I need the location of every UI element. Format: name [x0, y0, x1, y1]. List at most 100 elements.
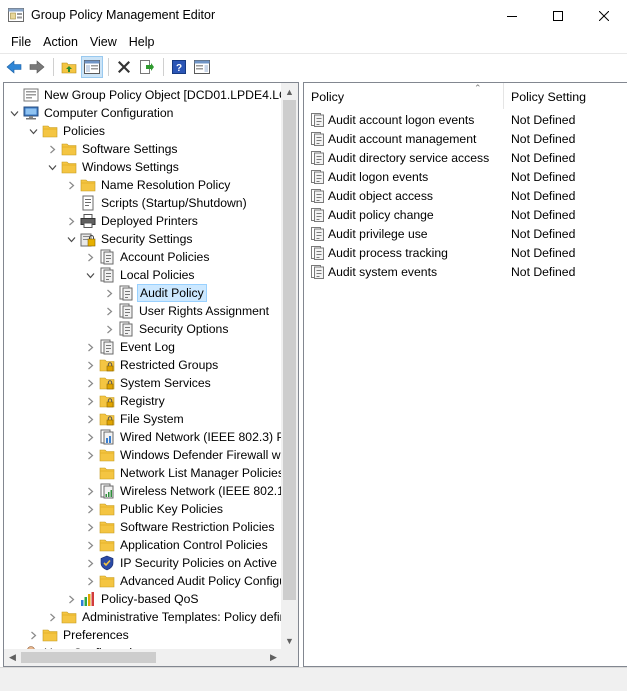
show-hide-console-tree-button[interactable]	[81, 56, 103, 78]
expand-chevron-icon[interactable]	[84, 554, 96, 572]
delete-button[interactable]	[113, 56, 135, 78]
expand-chevron-icon[interactable]	[84, 536, 96, 554]
tree-vertical-scrollbar[interactable]: ▲ ▼	[281, 83, 298, 649]
policy-row[interactable]: Audit privilege use Not Defined	[304, 224, 627, 243]
policy-row[interactable]: Audit object access Not Defined	[304, 186, 627, 205]
scroll-down-arrow-icon[interactable]: ▼	[281, 632, 298, 649]
collapse-chevron-icon[interactable]	[65, 230, 77, 248]
menu-file[interactable]: File	[5, 32, 37, 52]
tree-node[interactable]: IP Security Policies on Active Directory	[84, 554, 284, 572]
list-header: Policy ⌃ Policy Setting	[304, 83, 627, 109]
policy-row[interactable]: Audit system events Not Defined	[304, 262, 627, 281]
tree-node[interactable]: Scripts (Startup/Shutdown)	[65, 194, 249, 212]
column-header-policy-setting[interactable]: Policy Setting	[504, 83, 627, 109]
expand-chevron-icon[interactable]	[84, 338, 96, 356]
policy-name-cell: Audit object access	[304, 188, 504, 203]
tree-node[interactable]: Software Restriction Policies	[84, 518, 276, 536]
tree-node[interactable]: Restricted Groups	[84, 356, 220, 374]
console-tree[interactable]: New Group Policy Object [DCD01.LPDE4.LOC…	[4, 83, 284, 649]
show-action-pane-button[interactable]	[191, 56, 213, 78]
tree-node[interactable]: Wireless Network (IEEE 802.11) Policies	[84, 482, 284, 500]
minimize-button[interactable]	[489, 0, 535, 31]
help-button[interactable]: ?	[168, 56, 190, 78]
tree-node[interactable]: Security Options	[103, 320, 230, 338]
tree-node[interactable]: Name Resolution Policy	[65, 176, 232, 194]
expand-chevron-icon[interactable]	[46, 608, 58, 626]
close-button[interactable]	[581, 0, 627, 31]
scroll-left-arrow-icon[interactable]: ◀	[4, 649, 21, 666]
tree-node[interactable]: Policies	[27, 122, 107, 140]
forward-button[interactable]	[26, 56, 48, 78]
policy-row[interactable]: Audit directory service access Not Define…	[304, 148, 627, 167]
tree-node[interactable]: Advanced Audit Policy Configuration	[84, 572, 284, 590]
expand-chevron-icon[interactable]	[65, 176, 77, 194]
tree-node[interactable]: Account Policies	[84, 248, 211, 266]
tree-node[interactable]: Preferences	[27, 626, 131, 644]
tree-node[interactable]: Policy-based QoS	[65, 590, 201, 608]
expand-chevron-icon[interactable]	[84, 356, 96, 374]
expand-chevron-icon[interactable]	[84, 500, 96, 518]
expand-chevron-icon[interactable]	[84, 410, 96, 428]
expand-chevron-icon[interactable]	[84, 572, 96, 590]
menu-help[interactable]: Help	[123, 32, 161, 52]
menu-action[interactable]: Action	[37, 32, 84, 52]
tree-node[interactable]: Administrative Templates: Policy definit…	[46, 608, 284, 626]
tree-node[interactable]: Windows Defender Firewall with Advanced …	[84, 446, 284, 464]
scroll-up-arrow-icon[interactable]: ▲	[281, 83, 298, 100]
export-list-button[interactable]	[136, 56, 158, 78]
tree-node[interactable]: User Rights Assignment	[103, 302, 271, 320]
tree-node[interactable]: System Services	[84, 374, 213, 392]
expand-chevron-icon[interactable]	[46, 140, 58, 158]
expand-chevron-icon[interactable]	[27, 626, 39, 644]
expand-chevron-icon[interactable]	[84, 248, 96, 266]
column-header-policy[interactable]: Policy ⌃	[304, 83, 504, 109]
up-one-level-button[interactable]	[58, 56, 80, 78]
tree-horizontal-scroll-thumb[interactable]	[21, 652, 156, 663]
tree-node[interactable]: Software Settings	[46, 140, 180, 158]
expand-chevron-icon[interactable]	[103, 302, 115, 320]
tree-horizontal-scrollbar[interactable]: ◀ ▶	[4, 649, 282, 666]
policy-row[interactable]: Audit logon events Not Defined	[304, 167, 627, 186]
expand-chevron-icon[interactable]	[103, 320, 115, 338]
expand-chevron-icon[interactable]	[84, 446, 96, 464]
policy-row[interactable]: Audit account logon events Not Defined	[304, 110, 627, 129]
policy-row[interactable]: Audit account management Not Defined	[304, 129, 627, 148]
expand-chevron-icon[interactable]	[84, 392, 96, 410]
expand-chevron-icon[interactable]	[84, 482, 96, 500]
tree-node[interactable]: Windows Settings	[46, 158, 181, 176]
tree-node[interactable]: Registry	[84, 392, 167, 410]
expand-chevron-icon[interactable]	[84, 428, 96, 446]
tree-node-label: Scripts (Startup/Shutdown)	[101, 196, 247, 210]
tree-node[interactable]: Wired Network (IEEE 802.3) Policies	[84, 428, 284, 446]
policy-row[interactable]: Audit process tracking Not Defined	[304, 243, 627, 262]
back-button[interactable]	[3, 56, 25, 78]
tree-node[interactable]: File System	[84, 410, 186, 428]
tree-node[interactable]: Deployed Printers	[65, 212, 200, 230]
expand-chevron-icon[interactable]	[65, 212, 77, 230]
menu-view[interactable]: View	[84, 32, 123, 52]
tree-node[interactable]: Network List Manager Policies	[84, 464, 284, 482]
collapse-chevron-icon[interactable]	[27, 122, 39, 140]
tree-node[interactable]: Audit Policy	[103, 284, 207, 302]
expand-chevron-icon[interactable]	[84, 374, 96, 392]
collapse-chevron-icon[interactable]	[46, 158, 58, 176]
scroll-right-arrow-icon[interactable]: ▶	[265, 649, 282, 666]
collapse-chevron-icon[interactable]	[8, 104, 20, 122]
expand-chevron-icon[interactable]	[65, 590, 77, 608]
tree-node[interactable]: Event Log	[84, 338, 177, 356]
expand-chevron-icon[interactable]	[84, 518, 96, 536]
console-tree-pane[interactable]: New Group Policy Object [DCD01.LPDE4.LOC…	[3, 82, 299, 667]
expand-chevron-icon[interactable]	[103, 284, 115, 302]
tree-node[interactable]: Local Policies	[84, 266, 197, 284]
details-pane[interactable]: Policy ⌃ Policy Setting Audit account lo…	[303, 82, 627, 667]
tree-node[interactable]: Computer Configuration	[8, 104, 175, 122]
tree-node[interactable]: Security Settings	[65, 230, 194, 248]
tree-node[interactable]: Public Key Policies	[84, 500, 225, 518]
collapse-chevron-icon[interactable]	[84, 266, 96, 284]
maximize-button[interactable]	[535, 0, 581, 31]
tree-node[interactable]: New Group Policy Object [DCD01.LPDE4.LOC…	[8, 86, 284, 104]
policy-row[interactable]: Audit policy change Not Defined	[304, 205, 627, 224]
tree-node[interactable]: Application Control Policies	[84, 536, 270, 554]
policy-setting-cell: Not Defined	[511, 150, 576, 165]
tree-vertical-scroll-thumb[interactable]	[283, 100, 296, 600]
